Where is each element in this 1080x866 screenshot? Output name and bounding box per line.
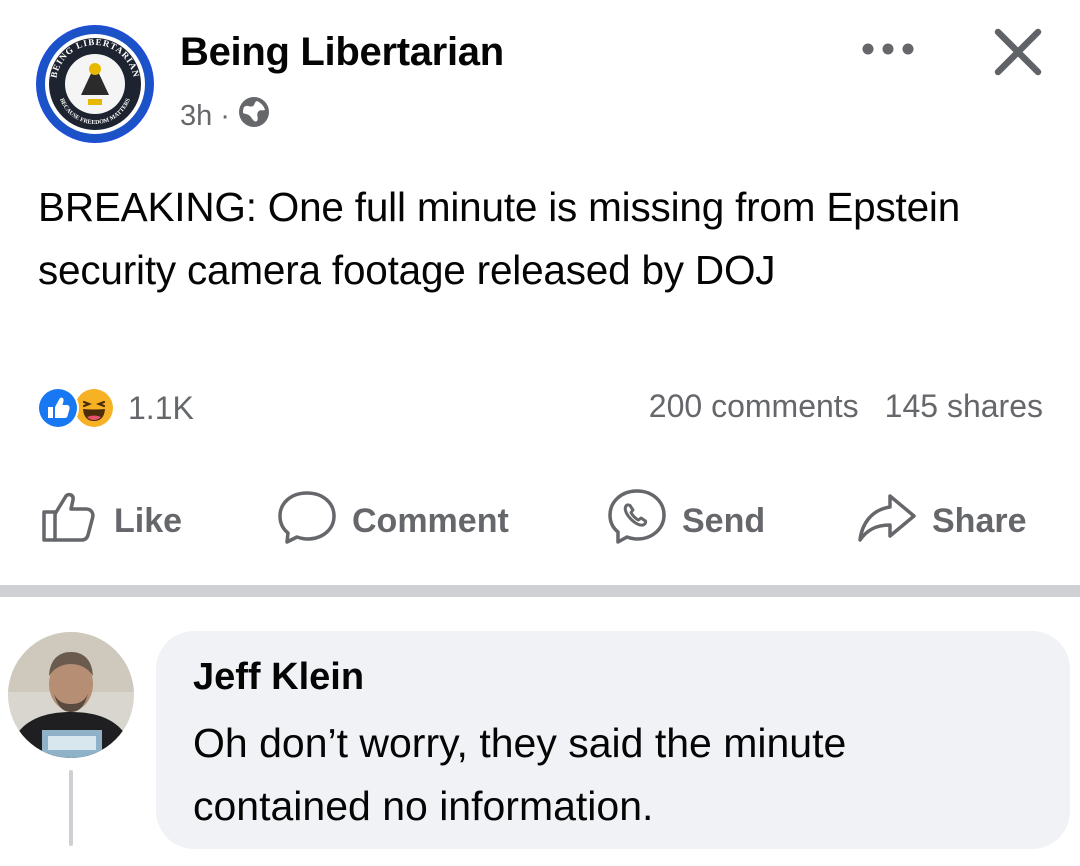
- page-logo: BEING LIBERTARIAN BECAUSE FREEDOM MATTER…: [38, 27, 152, 141]
- like-reaction-icon: [36, 386, 80, 430]
- share-button[interactable]: Share: [856, 493, 1027, 548]
- thumbs-up-icon: [40, 490, 100, 553]
- post-stats: 200 comments 145 shares: [649, 388, 1043, 425]
- comment-button[interactable]: Comment: [276, 490, 509, 548]
- comment-icon: [276, 489, 338, 554]
- reactions-summary[interactable]: 1.1K: [36, 386, 194, 430]
- commenter-avatar[interactable]: [8, 632, 134, 758]
- comment-label: Comment: [352, 501, 509, 540]
- post-text: BREAKING: One full minute is missing fro…: [38, 184, 961, 293]
- thread-line: [69, 770, 73, 846]
- send-button[interactable]: Send: [606, 488, 766, 548]
- post-meta: 3h ·: [180, 96, 270, 136]
- comments-count[interactable]: 200 comments: [649, 388, 859, 425]
- like-label: Like: [114, 501, 183, 540]
- reaction-count: 1.1K: [128, 389, 194, 426]
- close-icon[interactable]: [990, 24, 1046, 80]
- globe-icon: [238, 96, 270, 136]
- meta-separator: ·: [220, 99, 230, 132]
- comment-text: Oh don’t worry, they said the minute con…: [193, 720, 847, 829]
- page-name[interactable]: Being Libertarian: [180, 30, 504, 75]
- shares-count[interactable]: 145 shares: [885, 388, 1043, 425]
- page-avatar[interactable]: BEING LIBERTARIAN BECAUSE FREEDOM MATTER…: [36, 25, 154, 143]
- share-icon: [856, 490, 918, 553]
- share-label: Share: [932, 501, 1027, 540]
- like-button[interactable]: Like: [40, 492, 183, 548]
- post-time[interactable]: 3h: [180, 100, 212, 133]
- more-icon[interactable]: [858, 37, 918, 61]
- send-label: Send: [682, 501, 766, 540]
- messenger-icon: [606, 488, 668, 555]
- section-divider: [0, 585, 1080, 597]
- comment-author[interactable]: Jeff Klein: [193, 656, 364, 699]
